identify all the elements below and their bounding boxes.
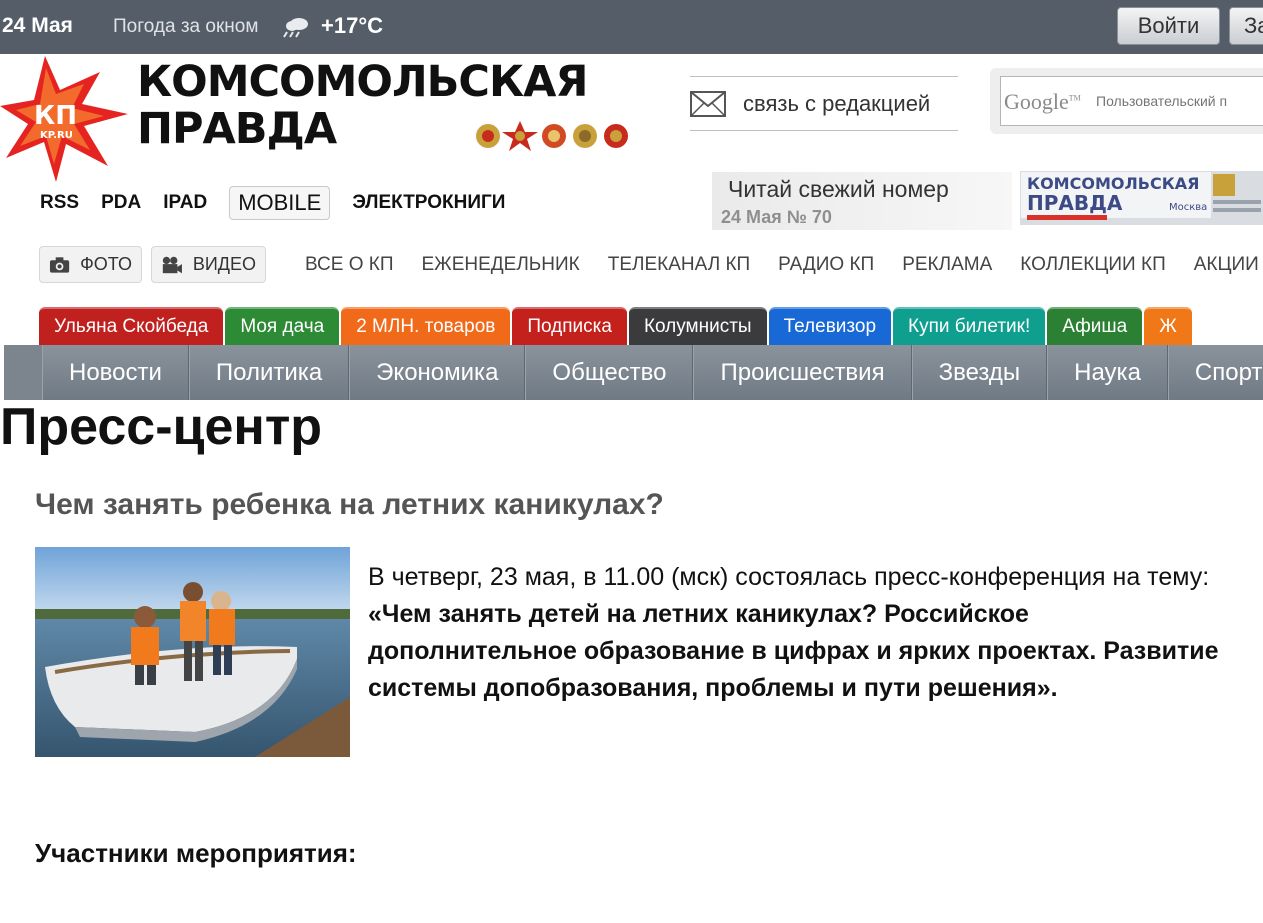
tab-project[interactable]: Купи билетик! <box>893 307 1046 345</box>
tab-project[interactable]: Моя дача <box>225 307 340 345</box>
weather-label[interactable]: Погода за окном <box>113 16 258 38</box>
svg-text:ПРАВДА: ПРАВДА <box>1027 191 1123 215</box>
top-bar: 24 Мая Погода за окном +17°C Войти За <box>0 0 1263 54</box>
top-navigation: ВСЕ О КП ЕЖЕНЕДЕЛЬНИК ТЕЛЕКАНАЛ КП РАДИО… <box>305 254 1263 276</box>
tab-project[interactable]: Колумнисты <box>628 307 767 345</box>
article-photo[interactable] <box>35 547 350 757</box>
kp-logo-icon[interactable]: КП KP.RU <box>0 54 130 184</box>
section-incidents[interactable]: Происшествия <box>693 345 912 400</box>
section-science[interactable]: Наука <box>1047 345 1168 400</box>
svg-text:КП: КП <box>34 101 77 131</box>
logo-line-1: КОМСОМОЛЬСКАЯ <box>137 57 589 107</box>
section-politics[interactable]: Политика <box>188 345 350 400</box>
video-label: ВИДЕО <box>192 254 256 274</box>
envelope-icon <box>690 91 726 117</box>
search-box: GoogleTM <box>990 68 1263 134</box>
platform-links: RSS PDA IPAD MOBILE ЭЛЕКТРОКНИГИ <box>40 185 527 221</box>
register-button[interactable]: За <box>1229 7 1263 45</box>
fresh-issue-number: 24 Мая № 70 <box>721 207 832 227</box>
photo-button[interactable]: ФОТО <box>39 246 142 283</box>
lead-topic: «Чем занять детей на летних каникулах? Р… <box>368 600 1219 702</box>
section-economy[interactable]: Экономика <box>349 345 526 400</box>
nav-advertising[interactable]: РЕКЛАМА <box>902 254 992 276</box>
tab-project[interactable]: Афиша <box>1047 307 1143 345</box>
search-input[interactable] <box>1000 76 1263 126</box>
nav-about[interactable]: ВСЕ О КП <box>305 254 394 276</box>
tab-project[interactable]: Телевизор <box>768 307 892 345</box>
tab-project[interactable]: Ульяна Скойбеда <box>39 307 224 345</box>
nav-collections[interactable]: КОЛЛЕКЦИИ КП <box>1020 254 1165 276</box>
nav-radio[interactable]: РАДИО КП <box>778 254 874 276</box>
video-button[interactable]: ВИДЕО <box>151 246 266 283</box>
orders-medals-icon <box>476 121 628 151</box>
video-camera-icon <box>162 256 182 273</box>
tab-project[interactable]: Подписка <box>512 307 627 345</box>
section-sport[interactable]: Спорт <box>1167 345 1263 400</box>
weather-rain-icon <box>283 18 308 38</box>
nav-promotions[interactable]: АКЦИИ <box>1194 254 1259 276</box>
nav-weekly[interactable]: ЕЖЕНЕДЕЛЬНИК <box>422 254 580 276</box>
page-title: Пресс-центр <box>0 398 323 456</box>
section-stars[interactable]: Звезды <box>911 345 1048 400</box>
tab-project[interactable]: Ж <box>1144 307 1192 345</box>
project-tabs: Ульяна Скойбеда Моя дача 2 МЛН. товаров … <box>39 307 1194 345</box>
svg-text:Москва: Москва <box>1169 202 1207 213</box>
section-society[interactable]: Общество <box>525 345 694 400</box>
participants-heading: Участники мероприятия: <box>35 838 357 868</box>
contact-label: связь с редакцией <box>743 91 931 116</box>
nav-tv-channel[interactable]: ТЕЛЕКАНАЛ КП <box>608 254 750 276</box>
lead-intro: В четверг, 23 мая, в 11.00 (мск) состоял… <box>368 563 1210 591</box>
current-date: 24 Мая <box>2 14 73 37</box>
newspaper-thumbnail-icon[interactable]: КОМСОМОЛЬСКАЯ ПРАВДА Москва <box>1017 168 1263 230</box>
link-ipad[interactable]: IPAD <box>163 192 207 214</box>
link-mobile[interactable]: MOBILE <box>229 186 331 220</box>
fresh-issue-promo[interactable]: Читай свежий номер 24 Мая № 70 <box>712 172 1012 230</box>
link-ebooks[interactable]: ЭЛЕКТРОКНИГИ <box>352 192 505 214</box>
login-button[interactable]: Войти <box>1117 7 1220 45</box>
link-pda[interactable]: PDA <box>101 192 141 214</box>
section-navigation: Новости Политика Экономика Общество Прои… <box>4 345 1263 400</box>
temperature: +17°C <box>321 13 384 38</box>
camera-icon <box>49 256 70 273</box>
article-lead: В четверг, 23 мая, в 11.00 (мск) состоял… <box>368 559 1228 707</box>
photo-label: ФОТО <box>80 254 132 274</box>
fresh-issue-title: Читай свежий номер <box>728 176 949 202</box>
article-title[interactable]: Чем занять ребенка на летних каникулах? <box>35 488 664 522</box>
tab-project[interactable]: 2 МЛН. товаров <box>341 307 511 345</box>
link-rss[interactable]: RSS <box>40 192 79 214</box>
contact-editorial-link[interactable]: связь с редакцией <box>690 76 958 131</box>
section-news[interactable]: Новости <box>42 345 189 400</box>
svg-text:KP.RU: KP.RU <box>40 130 73 141</box>
